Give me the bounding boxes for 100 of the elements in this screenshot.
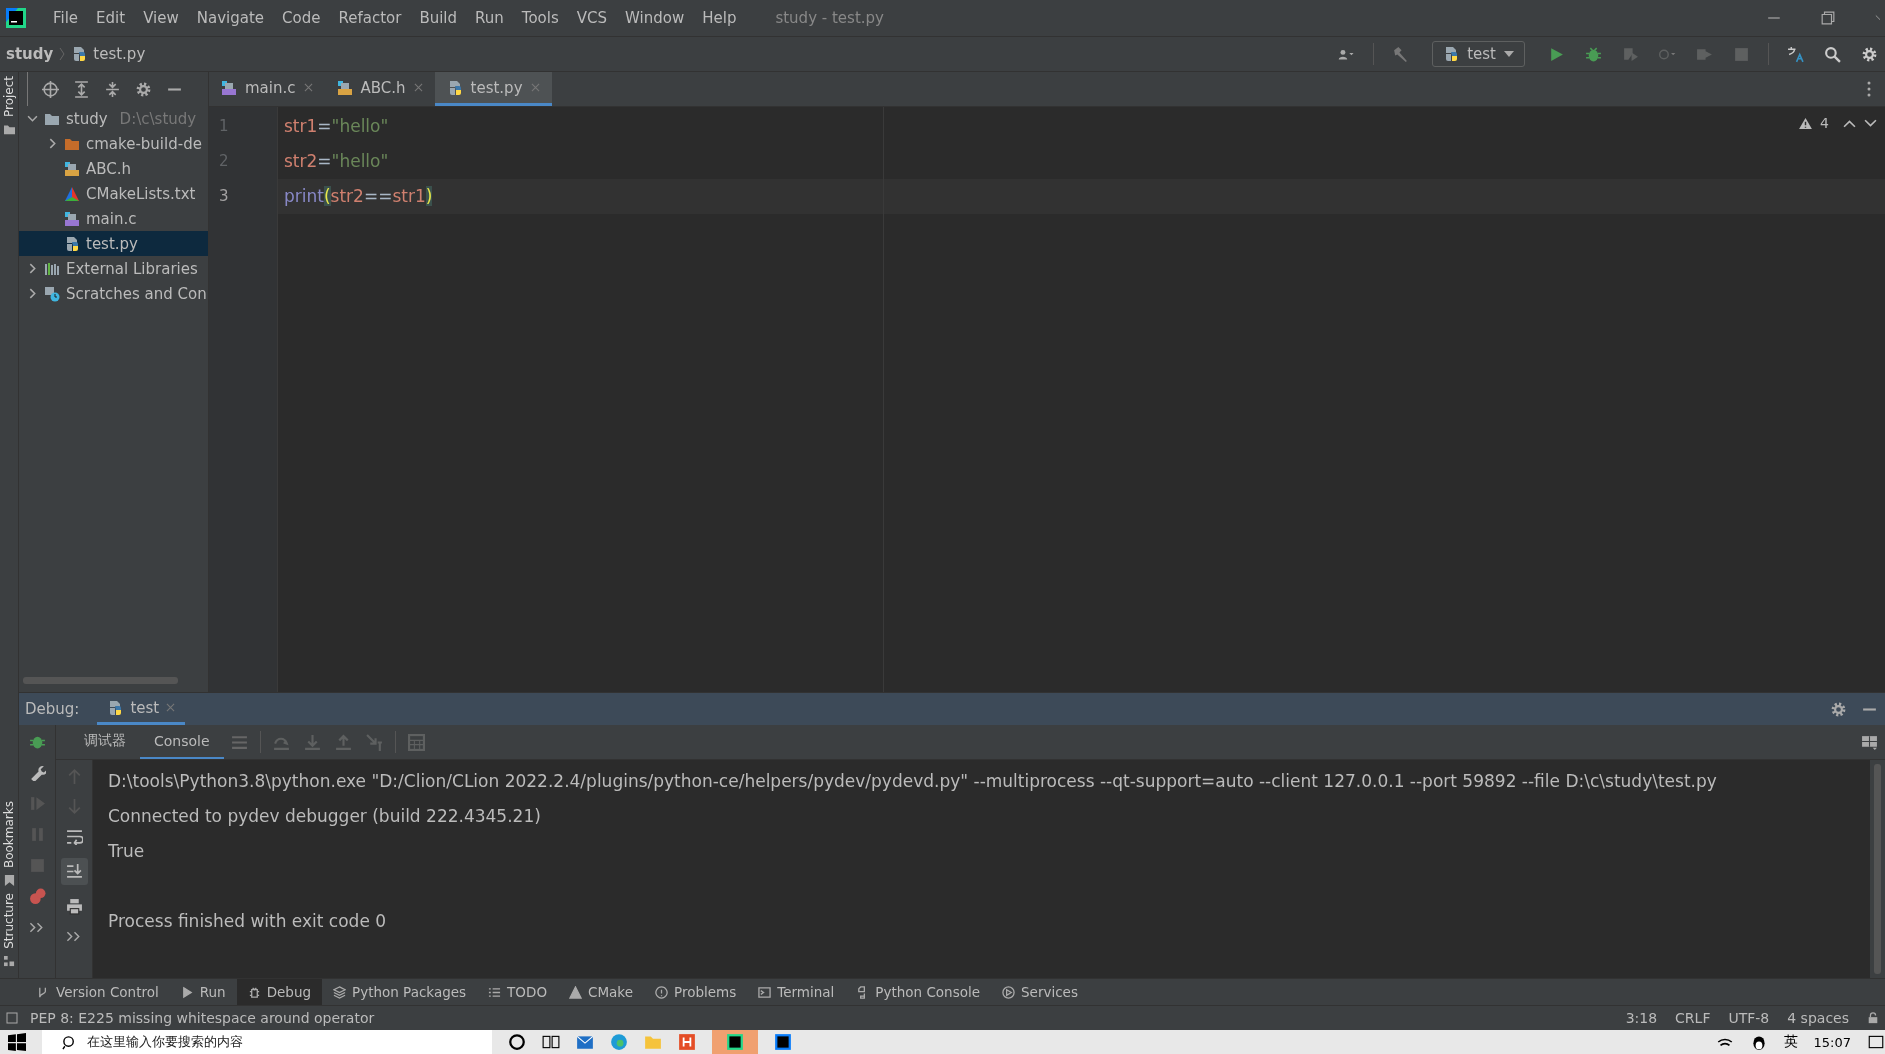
ide-app-icon[interactable] xyxy=(712,1030,758,1054)
breadcrumb-item[interactable]: test.py xyxy=(93,45,146,63)
tree-item[interactable]: Scratches and Con xyxy=(19,281,208,306)
python-file-icon xyxy=(1443,46,1460,62)
chevron-right-icon[interactable] xyxy=(47,138,58,149)
mail-icon[interactable] xyxy=(576,1033,594,1051)
crosshair-icon[interactable] xyxy=(42,80,59,98)
taskbar-search-field[interactable]: 在这里输入你要搜索的内容 xyxy=(42,1030,492,1054)
chevron-right-icon[interactable] xyxy=(27,263,38,274)
tool-window-button[interactable]: Services xyxy=(991,979,1089,1005)
translate-icon[interactable] xyxy=(1787,45,1804,63)
ide-app-icon[interactable] xyxy=(774,1033,792,1051)
chevron-right-icon[interactable] xyxy=(27,288,38,299)
console-line: Connected to pydev debugger (build 222.4345.21) xyxy=(108,805,542,828)
line-separator[interactable]: CRLF xyxy=(1669,1010,1717,1026)
tool-window-icon xyxy=(333,985,347,999)
tool-window-button[interactable]: TODO xyxy=(477,979,558,1005)
folder-icon[interactable] xyxy=(3,124,15,136)
browser-icon[interactable] xyxy=(610,1033,628,1051)
settings-icon[interactable] xyxy=(1830,700,1847,718)
menu-item[interactable]: Tools xyxy=(512,9,568,27)
tree-item[interactable]: CMakeLists.txt xyxy=(19,181,208,206)
cortana-icon[interactable] xyxy=(508,1033,526,1051)
menu-item[interactable]: Refactor xyxy=(329,9,411,27)
clock[interactable]: 15:07 xyxy=(1813,1034,1851,1050)
chevron-up-icon[interactable] xyxy=(1843,117,1856,129)
file-encoding[interactable]: UTF-8 xyxy=(1722,1010,1776,1026)
html-app-icon[interactable] xyxy=(678,1033,696,1051)
scroll-to-end-icon[interactable] xyxy=(60,858,88,885)
tool-window-icon xyxy=(247,985,261,999)
bookmark-icon[interactable] xyxy=(3,875,15,887)
debug-label: Debug: xyxy=(25,700,80,718)
menu-item[interactable]: View xyxy=(134,9,188,27)
tree-item[interactable]: study D:\c\study xyxy=(19,106,208,131)
print-icon[interactable] xyxy=(65,898,83,915)
tool-window-button[interactable]: Terminal xyxy=(747,979,846,1005)
tool-window-button[interactable]: Python Packages xyxy=(322,979,478,1005)
warning-count[interactable]: 4 xyxy=(1820,115,1829,131)
windows-start-icon[interactable] xyxy=(8,1033,26,1051)
debug-subtab[interactable]: 调试器 xyxy=(70,725,140,759)
more-icon[interactable] xyxy=(1867,81,1871,97)
breadcrumb-item[interactable]: study xyxy=(6,45,54,63)
hammer-icon[interactable] xyxy=(1392,45,1410,63)
restore-icon[interactable] xyxy=(1821,11,1835,25)
soft-wrap-icon[interactable] xyxy=(65,828,83,845)
scrollbar[interactable] xyxy=(23,677,178,684)
tool-window-button[interactable]: Version Control xyxy=(26,979,170,1005)
settings-icon[interactable] xyxy=(135,80,152,98)
run-icon[interactable] xyxy=(1548,45,1565,63)
chevron-down-icon[interactable] xyxy=(27,113,38,124)
search-icon[interactable] xyxy=(1824,45,1841,63)
collapse-all-icon[interactable] xyxy=(104,80,121,98)
tree-item[interactable]: External Libraries xyxy=(19,256,208,281)
tool-window-button[interactable]: Python Console xyxy=(845,979,991,1005)
structure-icon[interactable] xyxy=(3,956,15,967)
warning-icon[interactable] xyxy=(1799,117,1813,129)
settings-icon[interactable] xyxy=(1861,45,1878,63)
status-message: PEP 8: E225 missing whitespace around operator xyxy=(30,1010,375,1026)
tree-item[interactable]: cmake-build-de xyxy=(19,131,208,156)
menu-item[interactable]: File xyxy=(44,9,88,27)
indent-setting[interactable]: 4 spaces xyxy=(1781,1010,1855,1026)
menu-item[interactable]: Help xyxy=(693,9,746,27)
scrollbar[interactable] xyxy=(1874,764,1881,974)
menu-item[interactable]: Window xyxy=(616,9,694,27)
menu-item[interactable]: Edit xyxy=(87,9,135,27)
bookmarks-tool-tab[interactable]: Bookmarks xyxy=(2,797,16,873)
padlock-icon[interactable] xyxy=(1867,1012,1879,1024)
tool-window-button[interactable]: Debug xyxy=(236,979,323,1005)
task-view-icon[interactable] xyxy=(542,1033,560,1051)
panel-toggle-icon[interactable] xyxy=(6,1012,18,1024)
chevron-down-icon[interactable] xyxy=(1864,117,1877,129)
caret-position[interactable]: 3:18 xyxy=(1619,1010,1664,1026)
layout-icon[interactable] xyxy=(1861,733,1878,751)
menu-item[interactable]: Code xyxy=(273,9,330,27)
tool-window-icon xyxy=(569,985,582,999)
expand-all-icon[interactable] xyxy=(73,80,90,98)
notification-icon[interactable] xyxy=(1867,1033,1885,1051)
project-tool-tab[interactable]: Project xyxy=(2,72,16,122)
editor-tab[interactable]: ABC.h xyxy=(324,72,435,106)
breakpoints-icon[interactable] xyxy=(28,888,46,905)
run-config-dropdown[interactable]: test xyxy=(1432,41,1525,67)
editor-tab[interactable]: test.py xyxy=(434,72,552,106)
bug-icon[interactable] xyxy=(1585,45,1602,63)
menu-item[interactable]: Run xyxy=(466,9,513,27)
library-icon xyxy=(44,260,60,277)
tree-item[interactable]: test.py xyxy=(19,231,208,256)
code-line: str2="hello" xyxy=(284,150,389,173)
menu-item[interactable]: Build xyxy=(410,9,467,27)
tree-item[interactable]: ABC.h xyxy=(19,156,208,181)
tree-item[interactable]: main.c xyxy=(19,206,208,231)
debug-session-tab[interactable]: test xyxy=(97,693,186,725)
editor-tab[interactable]: main.c xyxy=(209,72,325,106)
menu-item[interactable]: Navigate xyxy=(187,9,274,27)
menu-item[interactable]: VCS xyxy=(567,9,617,27)
tool-window-button[interactable]: Run xyxy=(169,979,237,1005)
structure-tool-tab[interactable]: Structure xyxy=(2,889,16,953)
input-method-indicator[interactable]: 英 xyxy=(1783,1033,1798,1051)
tool-window-button[interactable]: CMake xyxy=(558,979,644,1005)
code-line: str1="hello" xyxy=(284,115,389,138)
tool-window-button[interactable]: Problems xyxy=(644,979,748,1005)
